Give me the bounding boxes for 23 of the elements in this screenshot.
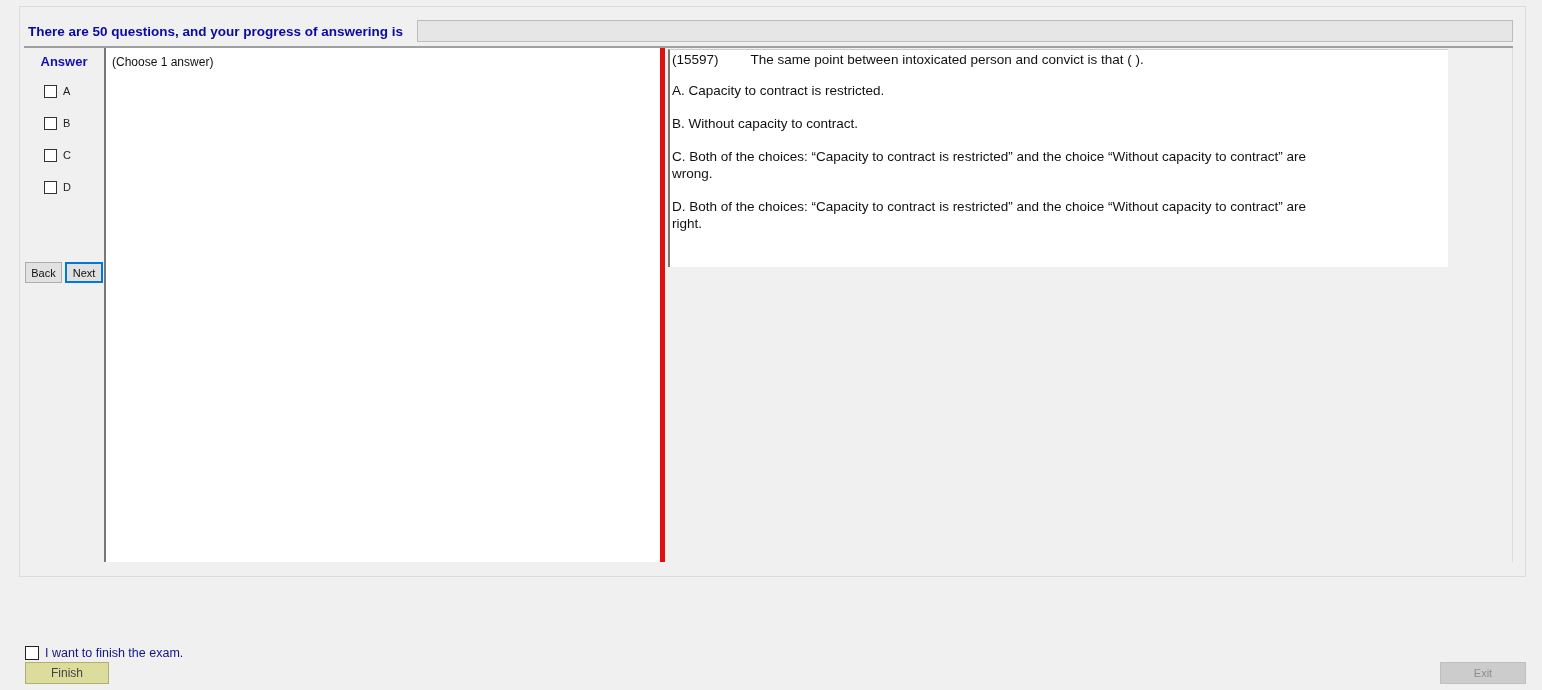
- back-button[interactable]: Back: [25, 262, 62, 283]
- question-number: (15597): [672, 52, 719, 67]
- option-checkbox[interactable]: [44, 148, 57, 162]
- option-checkbox[interactable]: [44, 116, 57, 130]
- option-checkbox[interactable]: [44, 84, 57, 98]
- choice-text: B. Without capacity to contract.: [672, 115, 860, 132]
- question-text: The same point between intoxicated person and convict is that ( ).: [750, 52, 1144, 67]
- progress-label: There are 50 questions, and your progress of answering is: [28, 23, 404, 39]
- option-label[interactable]: A: [63, 85, 71, 97]
- answer-box[interactable]: (Choose 1 answer): [104, 48, 660, 562]
- choice-text: A. Capacity to contract is restricted.: [672, 82, 886, 99]
- finish-label[interactable]: I want to finish the exam.: [45, 646, 184, 660]
- option-label[interactable]: B: [63, 117, 71, 129]
- answer-hint: (Choose 1 answer): [112, 55, 214, 69]
- option-label[interactable]: D: [63, 181, 71, 193]
- finish-checkbox[interactable]: [25, 646, 39, 660]
- option-label[interactable]: C: [63, 149, 71, 161]
- next-button[interactable]: Next: [65, 262, 103, 283]
- choice-text: D. Both of the choices: “Capacity to contract is restricted” and the choice “Without capacity to contract” are right.: [672, 198, 1308, 232]
- option-checkbox[interactable]: [44, 180, 57, 194]
- choice-text: C. Both of the choices: “Capacity to contract is restricted” and the choice “Without capacity to contract” are wrong.: [672, 148, 1308, 182]
- answer-title: Answer: [40, 54, 88, 69]
- finish-button[interactable]: Finish: [25, 662, 109, 684]
